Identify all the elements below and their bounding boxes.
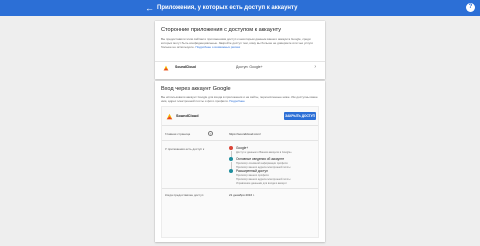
learn-more-link[interactable]: Подробнее xyxy=(229,99,245,103)
permission-description: Просмотр вашего профиля xyxy=(236,174,269,177)
risks-link[interactable]: Подробнее о возможных рисках xyxy=(195,45,240,49)
revoke-access-button[interactable]: ЗАКРЫТЬ ДОСТУП xyxy=(284,112,316,120)
permission-title: Расширенный доступ xyxy=(236,169,268,173)
help-circle-icon[interactable]: ? xyxy=(466,3,475,12)
third-party-title: Сторонние приложения с доступом к аккаун… xyxy=(161,27,282,33)
app-name: SoundCloud xyxy=(175,65,196,69)
google-signin-title: Вход через аккаунт Google xyxy=(161,86,231,92)
account-info-icon xyxy=(229,157,233,161)
page-title: Приложения, у которых есть доступ к акка… xyxy=(157,5,298,11)
extended-access-icon xyxy=(229,169,233,173)
google-plus-icon xyxy=(229,146,233,150)
divider xyxy=(162,188,318,189)
granted-label: Когда предоставлен доступ xyxy=(165,193,204,197)
app-name: SoundCloud xyxy=(176,114,199,118)
app-logo-icon xyxy=(166,113,173,120)
chevron-right-icon: › xyxy=(314,64,316,70)
divider xyxy=(162,125,318,126)
permission-description: Просмотр основной информации профиля xyxy=(236,162,288,165)
granted-date: 21 декабря 2016 г. xyxy=(229,193,255,197)
permission-connector xyxy=(231,162,232,169)
app-logo-icon xyxy=(163,65,169,71)
permission-description: Доступ к данным о Вашем аккаунте в Googl… xyxy=(236,151,292,154)
arrow-left-icon[interactable]: ← xyxy=(145,3,154,13)
permission-description: Управление данными для входа в аккаунт xyxy=(236,182,287,185)
app-row-soundcloud[interactable]: SoundCloud Доступ: Google+ › xyxy=(161,63,319,73)
app-detail-panel: SoundCloud ЗАКРЫТЬ ДОСТУП Главная страни… xyxy=(161,106,319,238)
app-access-summary: Доступ: Google+ xyxy=(236,65,263,69)
access-label: У приложения есть доступ к xyxy=(165,147,205,151)
permission-title: Основные сведения об аккаунте xyxy=(236,157,285,161)
divider xyxy=(162,140,318,141)
third-party-description: Вы предоставили этим сайтам и приложения… xyxy=(161,37,313,49)
homepage-label: Главная страница xyxy=(165,132,191,136)
divider xyxy=(155,61,325,62)
homepage-value[interactable]: https://soundcloud.com/ xyxy=(229,132,261,136)
google-signin-description: Вы использовали аккаунт Google для входа… xyxy=(161,95,318,103)
info-icon[interactable]: ? xyxy=(208,131,213,136)
google-signin-card: Вход через аккаунт Google Вы использовал… xyxy=(155,81,325,242)
app-detail-header[interactable]: SoundCloud ЗАКРЫТЬ ДОСТУП xyxy=(162,107,318,125)
third-party-apps-card: Сторонние приложения с доступом к аккаун… xyxy=(155,21,325,79)
top-app-bar: ← Приложения, у которых есть доступ к ак… xyxy=(0,0,480,16)
permission-description: Просмотр вашего адреса электронной почты xyxy=(236,178,291,181)
permission-title: Google+ xyxy=(236,146,249,150)
